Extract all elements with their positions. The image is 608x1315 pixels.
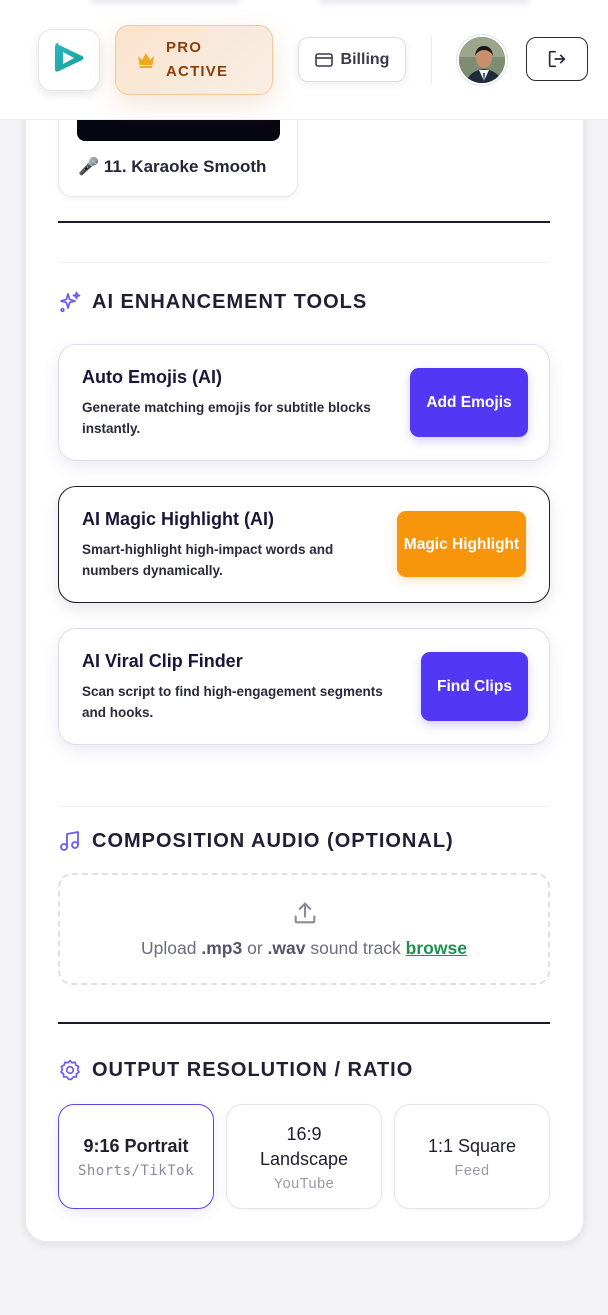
credit-card-icon [314, 52, 333, 67]
top-bar: PRO ACTIVE Billing [0, 0, 608, 120]
ratio-option-label: 9:16 Portrait [83, 1136, 189, 1156]
viral-clip-finder-description: Scan script to find high-engagement segm… [82, 684, 383, 720]
auto-emojis-card: Auto Emojis (AI) Generate matching emoji… [58, 344, 550, 461]
ratio-option-sub: Shorts/TikTok [77, 1163, 195, 1179]
section-divider [58, 221, 550, 223]
upload-icon [291, 899, 319, 932]
billing-button[interactable]: Billing [298, 37, 406, 82]
magic-highlight-title: AI Magic Highlight (AI) [82, 509, 274, 529]
plan-status-text: PRO ACTIVE [166, 39, 229, 80]
ratio-option-square[interactable]: 1:1 Square Feed [394, 1104, 550, 1209]
play-logo-icon [52, 40, 86, 81]
viral-clip-finder-title: AI Viral Clip Finder [82, 651, 243, 671]
ratio-option-landscape[interactable]: 16:9 Landscape YouTube [226, 1104, 382, 1209]
header-divider [431, 36, 432, 84]
music-note-icon [58, 829, 82, 853]
crown-icon [136, 51, 156, 69]
find-clips-button[interactable]: Find Clips [421, 652, 528, 721]
plan-status-badge[interactable]: PRO ACTIVE [115, 25, 273, 95]
header-shadow [318, 0, 530, 4]
ai-tools-title: AI ENHANCEMENT TOOLS [92, 290, 368, 313]
auto-emojis-title: Auto Emojis (AI) [82, 367, 222, 387]
auto-emojis-description: Generate matching emojis for subtitle bl… [82, 400, 371, 436]
audio-heading: COMPOSITION AUDIO (OPTIONAL) [58, 829, 454, 853]
sparkles-icon [58, 290, 82, 314]
viral-clip-finder-card: AI Viral Clip Finder Scan script to find… [58, 628, 550, 745]
output-heading: OUTPUT RESOLUTION / RATIO [58, 1058, 413, 1082]
audio-title: COMPOSITION AUDIO (OPTIONAL) [92, 829, 454, 852]
magic-highlight-button[interactable]: Magic Highlight [397, 511, 526, 577]
magic-highlight-description: Smart-highlight high-impact words and nu… [82, 542, 334, 578]
header-shadow [90, 0, 240, 4]
magic-highlight-card: AI Magic Highlight (AI) Smart-highlight … [58, 486, 550, 603]
ratio-option-label: 1:1 Square [427, 1136, 517, 1156]
audio-upload-dropzone[interactable]: Upload .mp3 or .wav sound track browse [58, 873, 550, 985]
add-emojis-button[interactable]: Add Emojis [410, 368, 528, 437]
style-preset-label: 🎤 11. Karaoke Smooth [78, 157, 267, 176]
app-logo[interactable] [38, 29, 100, 91]
section-divider [58, 806, 550, 807]
ratio-option-sub: YouTube [273, 1175, 335, 1192]
gear-icon [58, 1058, 82, 1082]
logout-icon [546, 48, 568, 70]
billing-label: Billing [340, 50, 390, 68]
logout-button[interactable] [526, 37, 588, 81]
output-title: OUTPUT RESOLUTION / RATIO [92, 1058, 414, 1081]
section-divider [58, 1022, 550, 1024]
ratio-option-portrait[interactable]: 9:16 Portrait Shorts/TikTok [58, 1104, 214, 1209]
ratio-option-label: 16:9 Landscape [259, 1123, 349, 1169]
ai-tools-heading: AI ENHANCEMENT TOOLS [58, 290, 367, 314]
upload-instructions: Upload .mp3 or .wav sound track browse [141, 938, 467, 958]
avatar[interactable] [457, 35, 507, 85]
browse-link[interactable]: browse [406, 938, 467, 958]
ratio-option-sub: Feed [454, 1163, 490, 1179]
section-divider [58, 262, 550, 263]
